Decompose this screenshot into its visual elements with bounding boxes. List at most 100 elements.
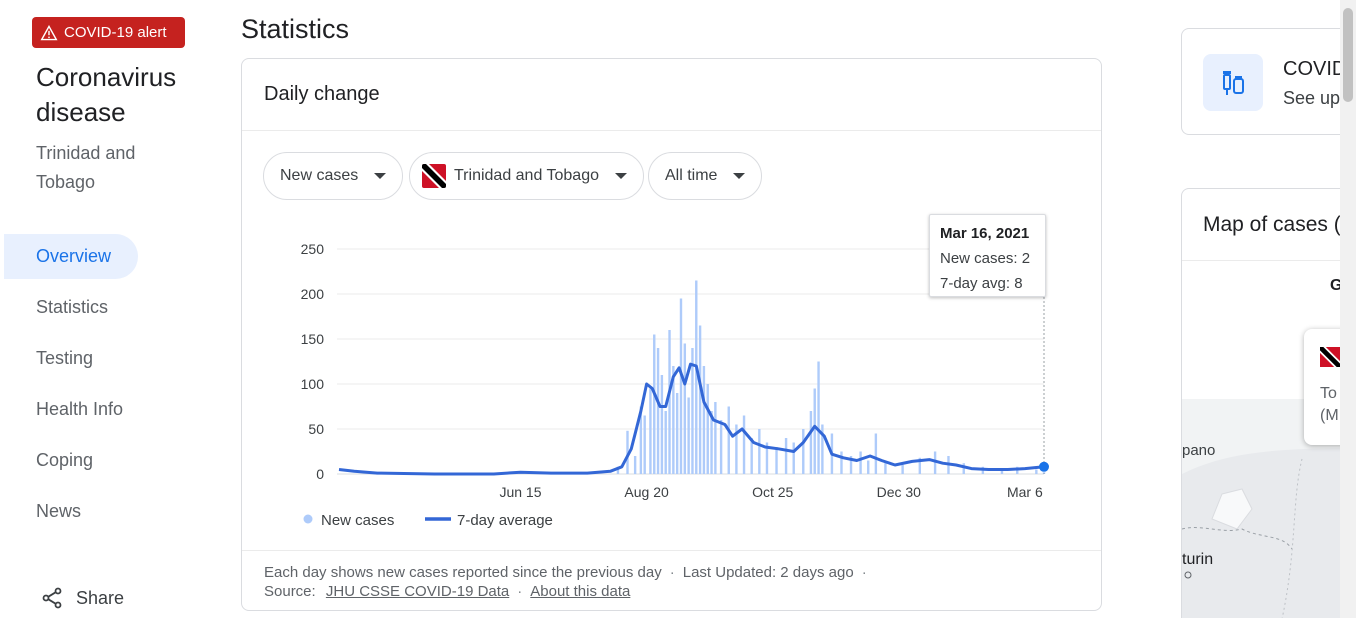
bar-new-cases (649, 388, 652, 474)
x-tick-label: Aug 20 (624, 484, 669, 500)
region-subtitle: Trinidad and Tobago (36, 143, 136, 192)
bar-new-cases (802, 429, 805, 474)
bar-new-cases (840, 451, 843, 474)
vaccine-card[interactable]: COVID See up (1181, 28, 1356, 135)
bar-new-cases (874, 433, 878, 474)
vaccine-icon (1223, 70, 1244, 95)
nav-item-health-info[interactable]: Health Info (4, 387, 138, 432)
bar-new-cases (656, 348, 660, 474)
nav-item-label: Statistics (36, 297, 109, 317)
y-tick-label: 150 (301, 331, 325, 347)
bar-new-cases (719, 420, 723, 474)
bar-new-cases (695, 280, 698, 474)
footer-note-text: Each day shows new cases reported since … (264, 564, 662, 581)
bar-new-cases (668, 330, 671, 474)
map-divider (1182, 260, 1356, 261)
highlight-point (1039, 461, 1049, 472)
bar-new-cases (813, 388, 816, 474)
map-place-label: turin (1182, 551, 1214, 568)
daily-change-chart[interactable]: 0 50 100 150 200 250 Jun 15 Aug 20 Oct 25 Dec 30 M… (242, 59, 1101, 550)
page-title: Coronavirus disease (36, 62, 177, 127)
trinidad-flag-icon (1320, 347, 1340, 367)
bar-new-cases (702, 366, 706, 474)
bar-new-cases (867, 460, 870, 474)
bar-new-cases (817, 361, 820, 474)
footer-note: Each day shows new cases reported since … (264, 564, 867, 581)
source-link[interactable]: JHU CSSE COVID-19 Data (326, 583, 509, 600)
bar-new-cases (775, 447, 778, 474)
map-card: Map of cases ( G pano turin To (M (1181, 188, 1356, 618)
bar-new-cases (962, 463, 965, 474)
about-data-link[interactable]: About this data (530, 583, 630, 600)
vaccine-title: COVID (1283, 58, 1347, 80)
nav-item-statistics[interactable]: Statistics (4, 285, 138, 330)
nav-item-label: Health Info (36, 399, 124, 419)
bar-new-cases (683, 343, 687, 474)
bar-new-cases (679, 298, 683, 474)
legend-7-day-average-label: 7-day average (457, 512, 553, 529)
tooltip-new-cases: New cases: 2 (940, 250, 1031, 267)
x-tick-label: Dec 30 (877, 484, 922, 500)
y-tick-label: 200 (301, 286, 325, 302)
nav-item-testing[interactable]: Testing (4, 336, 138, 381)
tooltip-avg: 7-day avg: 8 (940, 275, 1023, 292)
bar-new-cases (698, 325, 702, 474)
x-tick-label: Mar 6 (1007, 484, 1043, 500)
bar-new-cases (706, 384, 709, 474)
nav-item-coping[interactable]: Coping (4, 438, 138, 483)
map-title: Map of cases ( (1203, 213, 1341, 236)
nav-item-label: Testing (36, 348, 94, 368)
legend-new-cases-label: New cases (321, 512, 394, 529)
covid-alert-label: COVID-19 alert (64, 24, 167, 41)
bar-new-cases (758, 429, 761, 474)
nav-item-news[interactable]: News (4, 489, 138, 534)
covid-alert-badge[interactable]: COVID-19 alert (32, 17, 185, 48)
bar-new-cases (809, 411, 813, 474)
y-tick-label: 100 (301, 376, 325, 392)
daily-change-card: Daily change New cases Trinidad and Toba… (241, 58, 1102, 611)
bar-new-cases (742, 415, 746, 474)
y-tick-label: 50 (308, 421, 324, 437)
bar-new-cases (675, 393, 679, 474)
bar-new-cases (884, 463, 887, 474)
source-prefix: Source: (264, 583, 316, 600)
bar-new-cases (859, 451, 862, 474)
y-tick-label: 0 (316, 466, 324, 482)
section-title: Statistics (241, 14, 350, 44)
bar-new-cases (633, 456, 637, 474)
nav-item-label: Coping (36, 450, 94, 470)
share-label: Share (76, 587, 125, 608)
bar-new-cases (714, 402, 717, 474)
footer-updated: Last Updated: 2 days ago (682, 564, 854, 581)
warning-icon (40, 24, 58, 40)
vaccine-subtitle: See up (1283, 88, 1341, 108)
bar-new-cases (792, 442, 795, 474)
x-tick-label: Oct 25 (752, 484, 793, 500)
share-icon (42, 587, 62, 609)
nav-item-overview[interactable]: Overview (4, 234, 138, 279)
vaccine-icon-box (1203, 54, 1263, 111)
bar-new-cases (1035, 469, 1038, 474)
bar-new-cases (691, 348, 694, 474)
tooltip-date: Mar 16, 2021 (940, 225, 1030, 242)
bar-new-cases (643, 415, 646, 474)
footer-source: Source: JHU CSSE COVID-19 Data · About thi… (264, 583, 631, 600)
x-tick-label: Jun 15 (499, 484, 541, 500)
bar-new-cases (653, 334, 656, 474)
bar-new-cases (687, 397, 690, 474)
bar-new-cases (784, 438, 788, 474)
chart-tooltip: Mar 16, 2021 New cases: 2 7-day avg: 8 (929, 214, 1046, 297)
y-tick-label: 250 (301, 241, 325, 257)
nav-item-label: News (36, 501, 82, 521)
scrollbar-thumb[interactable] (1343, 8, 1353, 102)
bar-new-cases (727, 406, 730, 474)
popup-region-detail: (M (1320, 407, 1339, 424)
bar-new-cases (664, 411, 667, 474)
legend-new-cases-swatch (303, 514, 313, 524)
card-footer-divider (242, 550, 1101, 551)
share-button[interactable]: Share (40, 586, 124, 610)
map-place-label: pano (1182, 442, 1216, 459)
bar-new-cases (660, 375, 664, 474)
popup-region-name: To (1320, 385, 1337, 402)
nav-item-label: Overview (36, 246, 112, 266)
